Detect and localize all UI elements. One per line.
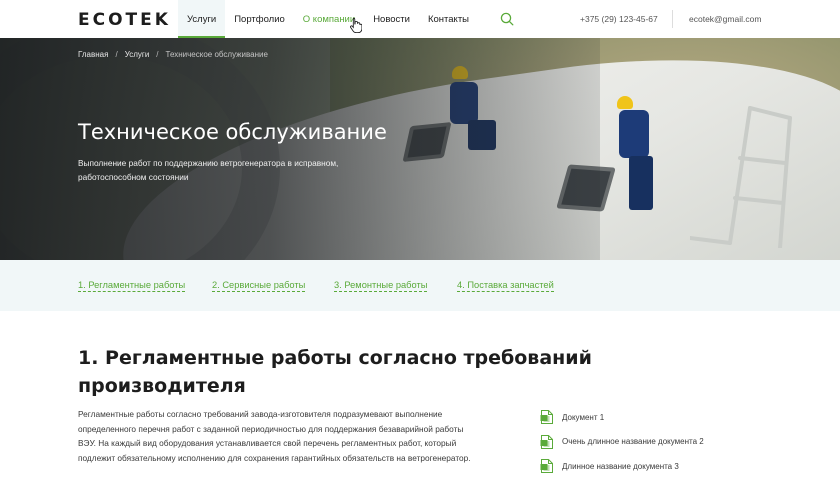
search-icon[interactable]	[500, 12, 514, 26]
document-link[interactable]: Длинное название документа 3	[540, 454, 704, 479]
breadcrumb-services[interactable]: Услуги	[125, 50, 150, 59]
nav-item-services[interactable]: Услуги	[178, 0, 226, 38]
header-email[interactable]: ecotek@gmail.com	[689, 14, 761, 24]
breadcrumb-home[interactable]: Главная	[78, 50, 108, 59]
hero-railing	[690, 106, 792, 248]
hero-worker	[615, 96, 675, 216]
documents-list: Документ 1 Очень длинное название докуме…	[540, 405, 704, 479]
header-divider	[672, 10, 673, 28]
site-header: ECOTEK Услуги Портфолио О компании Новос…	[0, 0, 840, 38]
main-nav: Услуги Портфолио О компании Новости Конт…	[178, 0, 478, 38]
document-icon	[540, 410, 553, 425]
breadcrumb-current: Техническое обслуживание	[165, 50, 268, 59]
breadcrumb-separator: /	[156, 50, 159, 59]
anchor-bar: 1. Регламентные работы 2. Сервисные рабо…	[0, 260, 840, 311]
hand-cursor-icon	[350, 17, 362, 33]
anchor-link-service[interactable]: 2. Сервисные работы	[212, 280, 306, 292]
anchor-link-repair[interactable]: 3. Ремонтные работы	[334, 280, 428, 292]
document-icon	[540, 434, 553, 449]
document-label: Очень длинное название документа 2	[562, 437, 704, 447]
breadcrumb: Главная / Услуги / Техническое обслужива…	[78, 50, 268, 59]
logo[interactable]: ECOTEK	[78, 10, 171, 30]
anchor-link-parts[interactable]: 4. Поставка запчастей	[457, 280, 554, 292]
document-link[interactable]: Документ 1	[540, 405, 704, 430]
breadcrumb-separator: /	[115, 50, 118, 59]
page-title: Техническое обслуживание	[78, 120, 387, 144]
document-label: Длинное название документа 3	[562, 461, 679, 471]
header-phone[interactable]: +375 (29) 123-45-67	[580, 14, 658, 24]
nav-item-portfolio[interactable]: Портфолио	[225, 0, 294, 38]
document-label: Документ 1	[562, 412, 605, 422]
hero-overlay	[0, 38, 600, 260]
section-title: 1. Регламентные работы согласно требован…	[78, 347, 592, 397]
nav-item-news[interactable]: Новости	[364, 0, 419, 38]
nav-item-contacts[interactable]: Контакты	[419, 0, 478, 38]
hero-banner: Главная / Услуги / Техническое обслужива…	[0, 38, 840, 260]
document-link[interactable]: Очень длинное название документа 2	[540, 430, 704, 455]
page-subtitle: Выполнение работ по поддержанию ветроген…	[78, 158, 339, 182]
anchor-link-maintenance[interactable]: 1. Регламентные работы	[78, 280, 186, 292]
section-text: Регламентные работы согласно требований …	[78, 409, 471, 463]
document-icon	[540, 459, 553, 474]
